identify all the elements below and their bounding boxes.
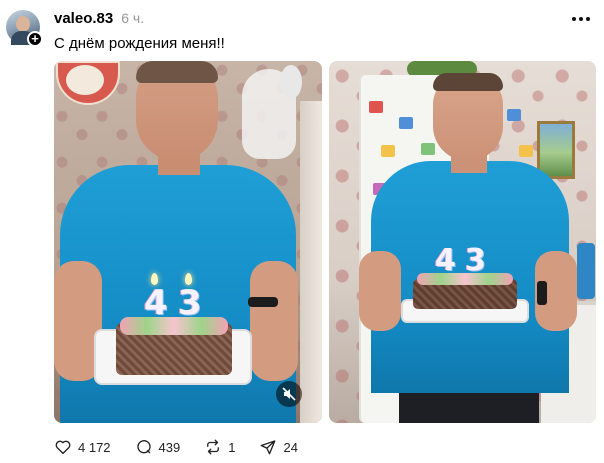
door-frame [300, 101, 322, 423]
post-header: valeo.83 6 ч. [54, 10, 144, 28]
repost-arrows-icon [207, 439, 220, 455]
candle-digit: 4 [435, 243, 456, 278]
fridge-magnet [421, 143, 435, 155]
bottle [577, 243, 595, 299]
comment-count: 439 [158, 439, 181, 455]
muted-speaker-glyph [282, 387, 296, 401]
wristwatch [248, 297, 278, 307]
wristwatch [537, 281, 547, 305]
paper-plane-icon [261, 440, 276, 455]
heart-icon [55, 440, 71, 455]
candle-digit: 3 [465, 243, 486, 278]
share-count: 24 [283, 439, 298, 455]
avatar-face [16, 16, 30, 32]
avatar[interactable]: + [6, 10, 44, 48]
repost-count: 1 [228, 439, 236, 455]
fridge-magnet [381, 145, 395, 157]
share-button[interactable]: 24 [259, 438, 298, 456]
clock-face [66, 65, 104, 95]
photo-left[interactable]: 4 3 [54, 61, 322, 423]
fridge-magnet [519, 145, 533, 157]
speech-bubble-icon [136, 440, 151, 454]
wall-sticker-ear [280, 65, 302, 99]
like-button[interactable]: 4 172 [54, 438, 111, 456]
photo-right[interactable]: 4 3 [329, 61, 596, 423]
person-hair [136, 61, 218, 83]
cake-decoration [120, 317, 228, 335]
action-bar: 4 172 439 1 24 [54, 437, 322, 457]
person-arm-right [250, 261, 298, 381]
person-arm-left [359, 251, 401, 331]
more-dots-icon[interactable] [572, 12, 592, 26]
fridge-magnet [399, 117, 413, 129]
fridge-magnet [507, 109, 521, 121]
more-dot [572, 17, 576, 21]
person-hair [433, 73, 503, 91]
post-time[interactable]: 6 ч. [121, 10, 144, 26]
repost-button[interactable]: 1 [204, 438, 235, 456]
muted-speaker-icon[interactable] [276, 381, 302, 407]
post-caption: С днём рождения меня!! [54, 35, 225, 52]
like-count: 4 172 [78, 439, 111, 455]
candle-digit: 3 [178, 283, 202, 323]
more-dot [579, 17, 583, 21]
comment-button[interactable]: 439 [135, 438, 181, 456]
more-dot [586, 17, 590, 21]
username[interactable]: valeo.83 [54, 10, 113, 27]
plus-icon[interactable]: + [27, 31, 43, 47]
painting-landscape [540, 124, 572, 176]
fridge-magnet [369, 101, 383, 113]
candle-digit: 4 [144, 283, 168, 323]
